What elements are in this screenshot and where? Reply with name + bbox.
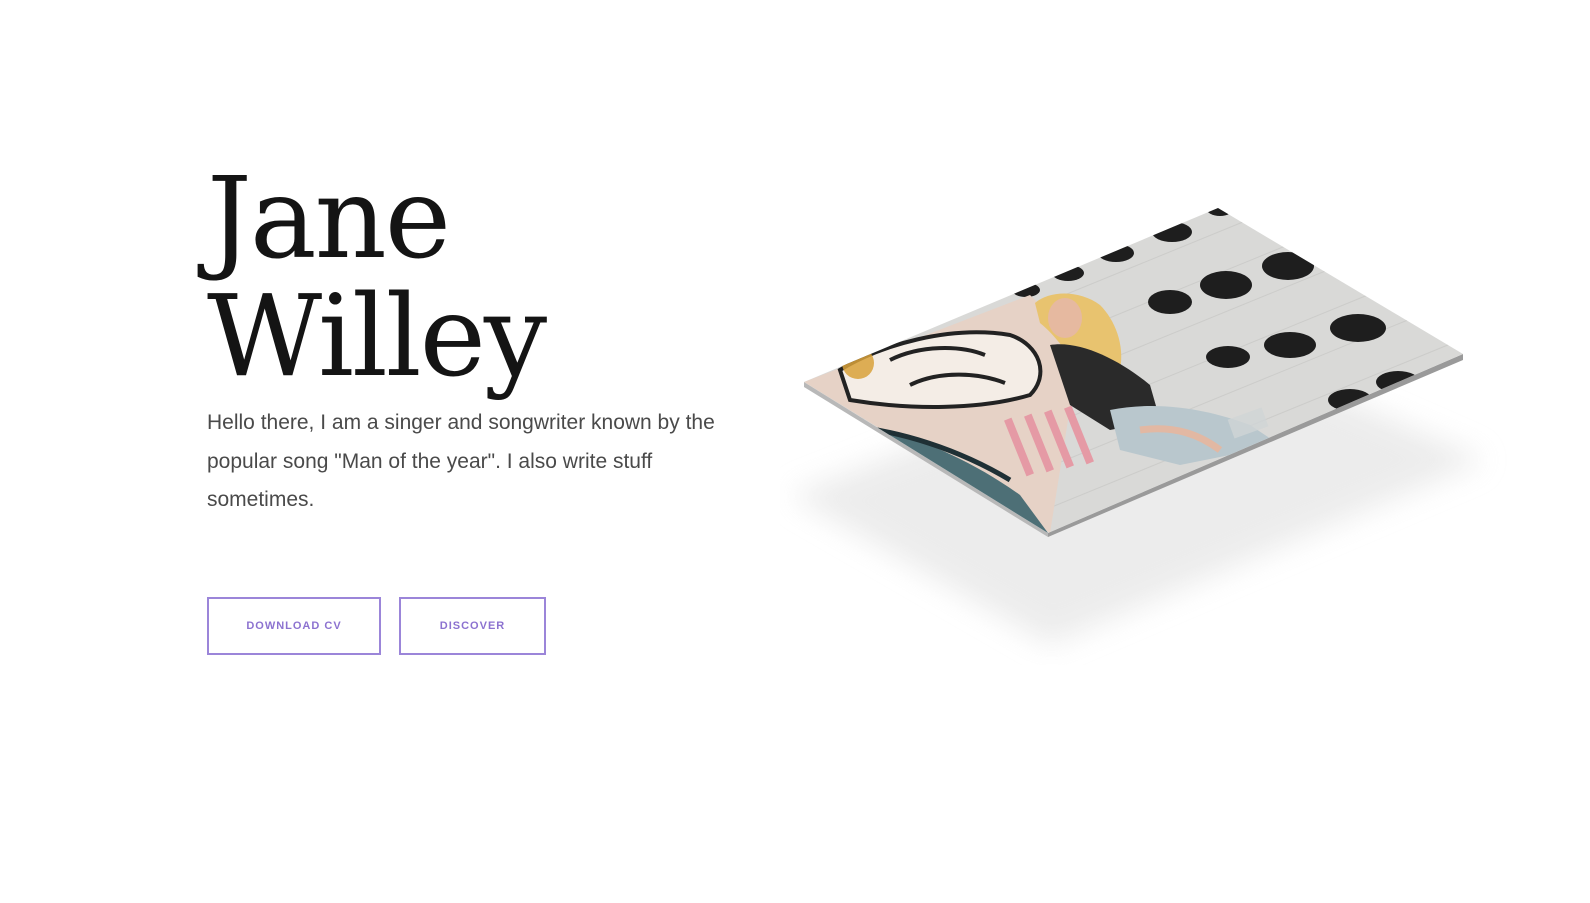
discover-button[interactable]: DISCOVER [399, 597, 546, 655]
last-name: Willey [207, 272, 547, 402]
hero-actions: DOWNLOAD CV DISCOVER [207, 597, 546, 655]
hero-photo [780, 195, 1520, 665]
isometric-photo-graphic [790, 208, 1485, 645]
hero-text-block: Jane Willey Hello there, I am a singer a… [207, 160, 727, 520]
page-title: Jane Willey [207, 160, 727, 396]
download-cv-button[interactable]: DOWNLOAD CV [207, 597, 381, 655]
first-name: Jane [207, 154, 451, 284]
intro-text: Hello there, I am a singer and songwrite… [207, 411, 715, 511]
